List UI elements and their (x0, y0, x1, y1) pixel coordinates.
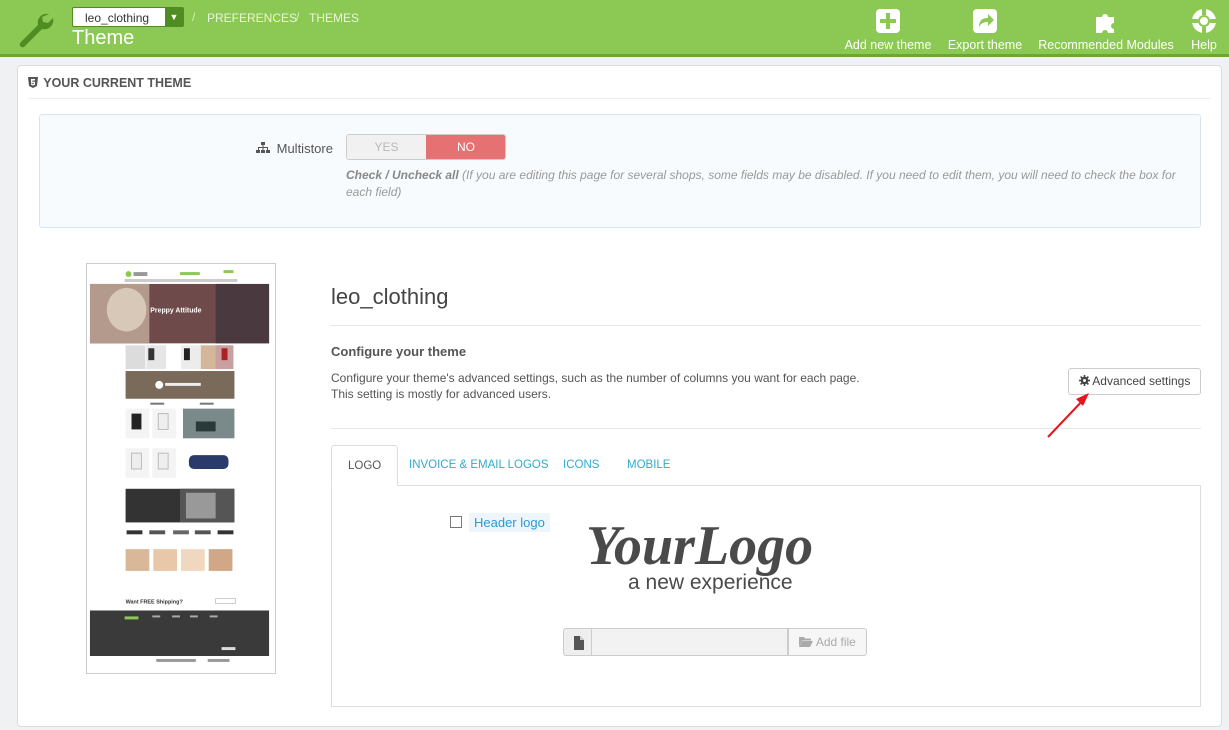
chevron-down-icon: ▼ (165, 8, 183, 26)
plus-square-icon (876, 9, 900, 33)
help-button[interactable]: Help (1186, 8, 1222, 52)
export-theme-button[interactable]: Export theme (944, 8, 1026, 52)
header-logo-checkbox[interactable] (450, 516, 462, 528)
file-name-input[interactable] (592, 628, 788, 656)
multistore-label-text: Multistore (276, 141, 333, 156)
your-logo-image: YourLogo a new experience (586, 515, 813, 594)
theme-tabs: LOGO INVOICE & EMAIL LOGOS ICONS MOBILE (331, 445, 1201, 486)
export-theme-label: Export theme (947, 38, 1023, 52)
breadcrumb-separator: / (192, 10, 196, 24)
configure-theme-title: Configure your theme (331, 344, 467, 359)
multistore-label: Multistore (256, 141, 333, 156)
logo-sub-text: a new experience (628, 571, 793, 594)
wrench-icon (19, 13, 54, 48)
divider (28, 98, 1211, 99)
header-logo-label[interactable]: Header logo (469, 513, 550, 532)
check-uncheck-all-link[interactable]: Check / Uncheck all (346, 168, 459, 182)
configure-desc-line-1: Configure your theme's advanced settings… (331, 371, 860, 385)
divider (331, 325, 1201, 326)
html5-icon (28, 77, 38, 88)
advanced-settings-label: Advanced settings (1092, 374, 1191, 388)
file-icon (563, 628, 592, 656)
thumbnail-shipping-text: Want FREE Shipping? (126, 600, 184, 606)
tab-invoice-email-logos[interactable]: INVOICE & EMAIL LOGOS (393, 445, 565, 486)
tab-logo[interactable]: LOGO (331, 445, 399, 486)
panel-heading-text: YOUR CURRENT THEME (43, 76, 192, 90)
sitemap-icon (256, 142, 270, 153)
puzzle-icon (1096, 14, 1114, 33)
panel-heading: YOUR CURRENT THEME (28, 76, 191, 90)
multistore-box: Multistore YES NO Check / Uncheck all (I… (39, 114, 1201, 228)
logo-main-text: YourLogo (586, 515, 813, 577)
breadcrumb-separator: / (296, 10, 300, 24)
page-title: Theme (72, 27, 135, 49)
theme-name: leo_clothing (331, 284, 449, 309)
top-header-bar: leo_clothing ▼ / PREFERENCES / THEMES Th… (0, 0, 1229, 57)
multistore-no-option[interactable]: NO (426, 135, 505, 159)
file-upload-group: Add file (563, 628, 867, 656)
multistore-help-text: Check / Uncheck all (If you are editing … (346, 167, 1186, 201)
add-new-theme-button[interactable]: Add new theme (842, 8, 934, 52)
add-new-theme-label: Add new theme (844, 38, 932, 52)
lifebuoy-icon (1192, 9, 1216, 33)
multistore-toggle[interactable]: YES NO (346, 134, 506, 160)
theme-preview-thumbnail[interactable]: Preppy Attitude Want FREE Shipping? (86, 263, 276, 674)
breadcrumb-preferences[interactable]: PREFERENCES (207, 11, 297, 25)
recommended-modules-label: Recommended Modules (1038, 38, 1174, 52)
tab-icons[interactable]: ICONS (547, 445, 615, 486)
share-icon (973, 9, 997, 33)
multistore-yes-option[interactable]: YES (347, 135, 426, 159)
multistore-help-detail: (If you are editing this page for severa… (346, 168, 1176, 199)
red-arrow-annotation (1047, 393, 1089, 438)
thumbnail-banner-text: Preppy Attitude (150, 308, 201, 315)
tab-mobile[interactable]: MOBILE (611, 445, 686, 486)
recommended-modules-button[interactable]: Recommended Modules (1036, 8, 1176, 52)
folder-open-icon (799, 637, 814, 647)
gear-icon (1078, 375, 1090, 386)
breadcrumb-themes[interactable]: THEMES (309, 11, 359, 25)
configure-desc-line-2: This setting is mostly for advanced user… (331, 387, 552, 401)
shop-selector-value: leo_clothing (85, 11, 150, 25)
logo-tab-content: Header logo YourLogo a new experience Ad… (331, 486, 1201, 707)
help-label: Help (1191, 38, 1217, 52)
add-file-label: Add file (815, 635, 856, 649)
configure-theme-description: Configure your theme's advanced settings… (331, 370, 860, 402)
shop-selector[interactable]: leo_clothing ▼ (72, 7, 184, 27)
add-file-button[interactable]: Add file (788, 628, 867, 656)
